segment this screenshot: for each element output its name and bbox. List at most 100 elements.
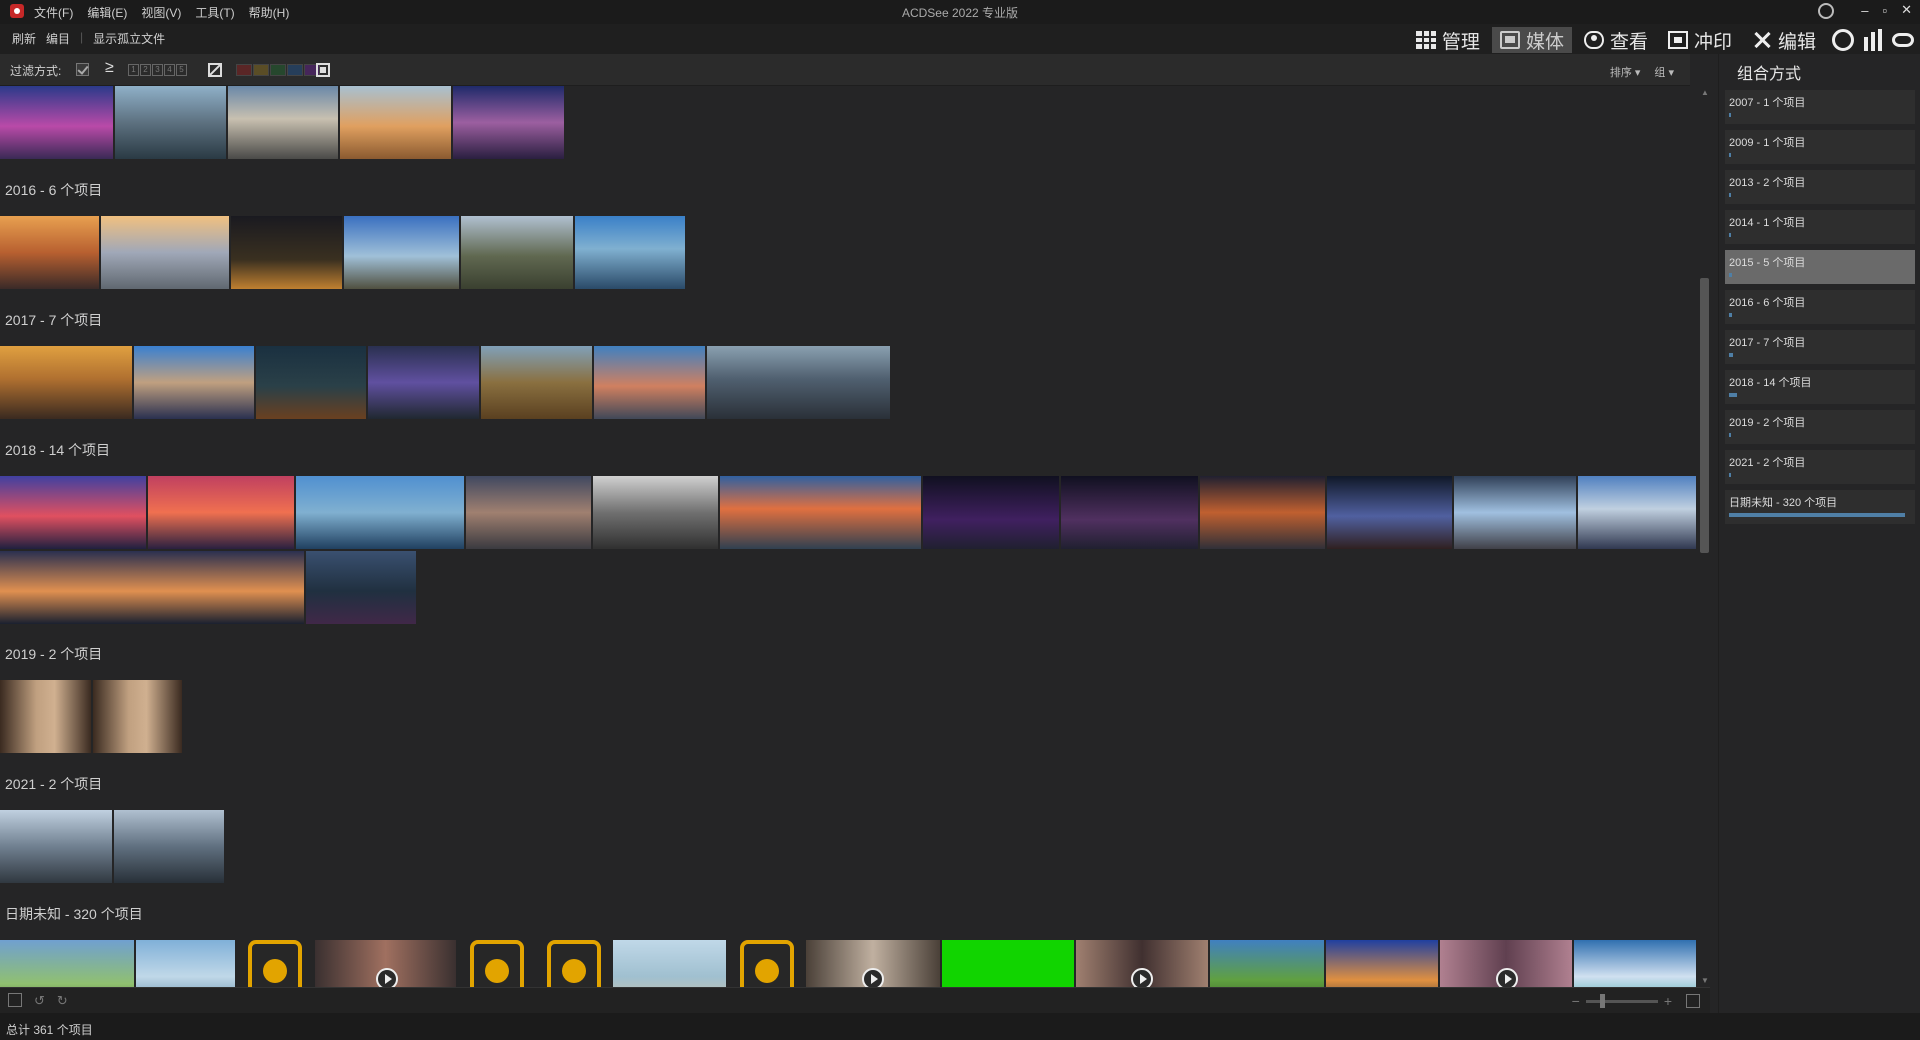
- thumbnail[interactable]: [707, 346, 892, 419]
- zoom-out-icon[interactable]: −: [1572, 993, 1580, 1009]
- thumbnail[interactable]: [575, 216, 687, 289]
- group-header-unknown-date[interactable]: 日期未知 - 320 个项目: [5, 904, 143, 924]
- group-panel-item[interactable]: 2021 - 2 个项目: [1725, 450, 1915, 484]
- group-panel-item[interactable]: 2013 - 2 个项目: [1725, 170, 1915, 204]
- thumbnail[interactable]: [256, 346, 368, 419]
- thumbnail[interactable]: [344, 216, 461, 289]
- thumbnail[interactable]: [461, 216, 575, 289]
- thumbnail[interactable]: [1200, 476, 1327, 549]
- label-all-icon[interactable]: [316, 63, 330, 77]
- thumbnail[interactable]: [0, 810, 114, 883]
- rating-2[interactable]: 2: [140, 64, 151, 76]
- group-panel-item[interactable]: 2014 - 1 个项目: [1725, 210, 1915, 244]
- thumbnail[interactable]: [923, 476, 1061, 549]
- rating-4[interactable]: 4: [164, 64, 175, 76]
- catalog-button[interactable]: 编目: [46, 30, 70, 47]
- thumbnail[interactable]: [306, 551, 418, 624]
- sort-dropdown[interactable]: 排序 ▾: [1610, 64, 1641, 80]
- menu-file[interactable]: 文件(F): [34, 4, 73, 21]
- thumbnail[interactable]: [0, 940, 136, 987]
- online-globe-icon[interactable]: [1832, 29, 1854, 51]
- rejected-filter-icon[interactable]: [208, 63, 222, 77]
- panel-toggle-icon[interactable]: [1686, 994, 1700, 1008]
- thumbnail[interactable]: [1326, 940, 1440, 987]
- thumbnail[interactable]: [1327, 476, 1454, 549]
- video-file-icon[interactable]: [547, 940, 601, 987]
- close-button[interactable]: ✕: [1901, 2, 1912, 18]
- group-panel-item[interactable]: 2007 - 1 个项目: [1725, 90, 1915, 124]
- rating-5[interactable]: 5: [176, 64, 187, 76]
- group-header-2019[interactable]: 2019 - 2 个项目: [5, 644, 102, 664]
- quick-view-icon[interactable]: [1892, 33, 1914, 47]
- thumbnail[interactable]: [1578, 476, 1698, 549]
- filter-operator[interactable]: ≥: [105, 59, 114, 77]
- rotate-left-icon[interactable]: ↺: [34, 993, 45, 1009]
- thumbnail[interactable]: [481, 346, 594, 419]
- menu-view[interactable]: 视图(V): [141, 4, 181, 21]
- thumbnail[interactable]: [228, 86, 340, 159]
- video-file-icon[interactable]: [740, 940, 794, 987]
- thumbnail[interactable]: [593, 476, 720, 549]
- thumbnail[interactable]: [340, 86, 453, 159]
- thumbnail[interactable]: [1210, 940, 1326, 987]
- show-orphans-button[interactable]: 显示孤立文件: [93, 30, 165, 47]
- rotate-right-icon[interactable]: ↻: [57, 993, 68, 1009]
- toggle-pane-icon[interactable]: [8, 993, 22, 1007]
- rating-3[interactable]: 3: [152, 64, 163, 76]
- refresh-button[interactable]: 刷新: [12, 30, 36, 47]
- zoom-in-icon[interactable]: +: [1664, 993, 1672, 1009]
- group-panel-item[interactable]: 2016 - 6 个项目: [1725, 290, 1915, 324]
- mode-edit[interactable]: 编辑: [1744, 27, 1824, 53]
- group-panel-item[interactable]: 2017 - 7 个项目: [1725, 330, 1915, 364]
- file-browser-pane[interactable]: 2016 - 6 个项目 2017 - 7 个项目 2018 - 14 个项目 …: [0, 86, 1700, 987]
- thumbnail[interactable]: [466, 476, 593, 549]
- thumbnail[interactable]: [0, 476, 148, 549]
- scroll-down-arrow-icon[interactable]: ▼: [1701, 976, 1709, 985]
- group-header-2018[interactable]: 2018 - 14 个项目: [5, 440, 110, 460]
- thumbnail[interactable]: [148, 476, 296, 549]
- thumbnail[interactable]: [0, 551, 306, 624]
- video-file-icon[interactable]: [248, 940, 302, 987]
- group-header-2016[interactable]: 2016 - 6 个项目: [5, 180, 102, 200]
- mode-manage[interactable]: 管理: [1408, 27, 1488, 53]
- menu-tools[interactable]: 工具(T): [195, 4, 234, 21]
- zoom-slider[interactable]: [1585, 993, 1658, 1008]
- mode-develop[interactable]: 冲印: [1660, 27, 1740, 53]
- restore-button[interactable]: ▫: [1882, 3, 1887, 18]
- video-file-icon[interactable]: [470, 940, 524, 987]
- minimize-button[interactable]: –: [1861, 3, 1868, 18]
- thumbnail[interactable]: [1454, 476, 1578, 549]
- dashboard-chart-icon[interactable]: [1862, 29, 1884, 51]
- thumbnail[interactable]: [136, 940, 237, 987]
- thumbnail[interactable]: [1061, 476, 1200, 549]
- thumbnail[interactable]: [453, 86, 566, 159]
- group-panel-item[interactable]: 2009 - 1 个项目: [1725, 130, 1915, 164]
- group-panel-item[interactable]: 日期未知 - 320 个项目: [1725, 490, 1915, 524]
- app-logo-icon[interactable]: [10, 4, 24, 18]
- thumbnail[interactable]: [93, 680, 184, 753]
- scroll-up-arrow-icon[interactable]: ▲: [1701, 88, 1709, 97]
- thumbnail[interactable]: [368, 346, 481, 419]
- thumbnail[interactable]: [231, 216, 344, 289]
- thumbnail[interactable]: [1574, 940, 1698, 987]
- browser-scrollbar[interactable]: ▲ ▼: [1698, 86, 1710, 987]
- thumbnail[interactable]: [114, 810, 226, 883]
- group-panel-item[interactable]: 2019 - 2 个项目: [1725, 410, 1915, 444]
- color-label-blue[interactable]: [287, 64, 303, 76]
- scroll-thumb[interactable]: [1700, 278, 1709, 553]
- thumbnail[interactable]: [613, 940, 728, 987]
- mode-view[interactable]: 查看: [1576, 27, 1656, 53]
- thumbnail[interactable]: [0, 216, 101, 289]
- thumbnail[interactable]: [0, 680, 93, 753]
- thumbnail[interactable]: [134, 346, 256, 419]
- color-label-yellow[interactable]: [253, 64, 269, 76]
- group-header-2021[interactable]: 2021 - 2 个项目: [5, 774, 102, 794]
- color-label-red[interactable]: [236, 64, 252, 76]
- thumbnail[interactable]: [115, 86, 228, 159]
- color-label-green[interactable]: [270, 64, 286, 76]
- thumbnail[interactable]: [720, 476, 923, 549]
- group-panel-item[interactable]: 2015 - 5 个项目: [1725, 250, 1915, 284]
- thumbnail[interactable]: [594, 346, 707, 419]
- thumbnail[interactable]: [101, 216, 231, 289]
- thumbnail[interactable]: [942, 940, 1076, 987]
